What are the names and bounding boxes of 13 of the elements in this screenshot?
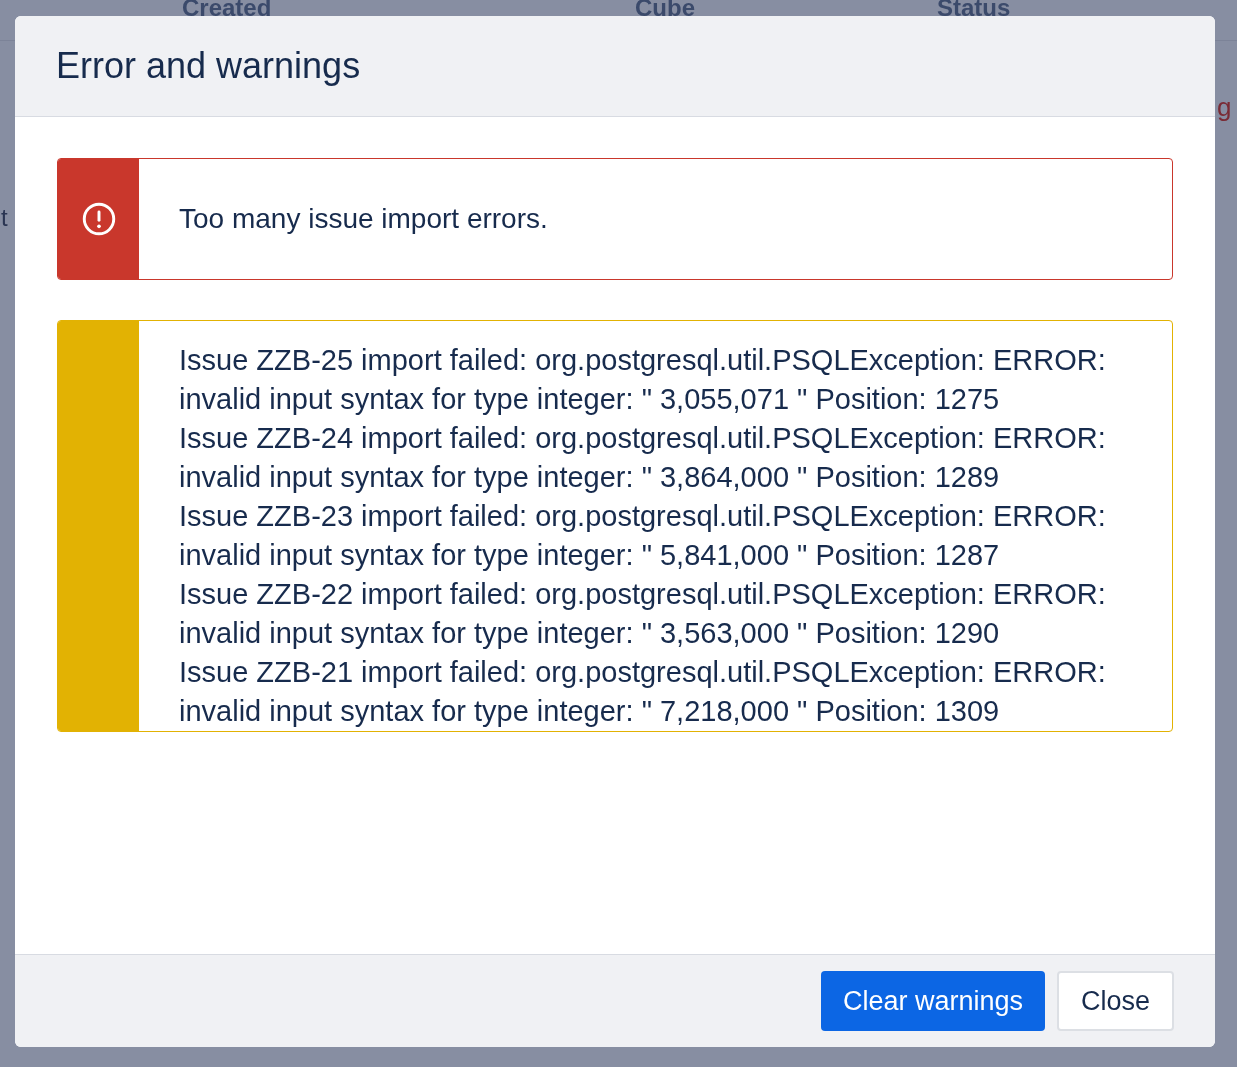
column-header: Status: [937, 0, 1011, 22]
close-button[interactable]: Close: [1056, 971, 1174, 1031]
alert-message: Too many issue import errors.: [179, 202, 549, 236]
alert-message: Issue ZZB-23 import failed: org.postgresql.util.PSQLException: ERROR: invalid input syntax for type integer: " 5,841,000 " Position: 1287: [179, 499, 1107, 573]
alert-message: Issue ZZB-25 import failed: org.postgresql.util.PSQLException: ERROR: invalid input syntax for type integer: " 3,055,071 " Position: 1275: [179, 343, 1107, 417]
alert-message: Issue ZZB-21 import failed: org.postgresql.util.PSQLException: ERROR: invalid input syntax for type integer: " 7,218,000 " Position: 1309: [179, 655, 1107, 729]
background-text: g: [1217, 92, 1232, 123]
clear-warnings-button[interactable]: Clear warnings: [820, 971, 1045, 1031]
background-text: t: [1, 204, 8, 232]
dialog-title: Error and warnings: [56, 45, 361, 87]
alert-message: Issue ZZB-24 import failed: org.postgresql.util.PSQLException: ERROR: invalid input syntax for type integer: " 3,864,000 " Position: 1289: [179, 421, 1107, 495]
alert-message: Issue ZZB-22 import failed: org.postgresql.util.PSQLException: ERROR: invalid input syntax for type integer: " 3,563,000 " Position: 1290: [179, 577, 1107, 651]
exclamation-circle-icon: [81, 202, 116, 236]
